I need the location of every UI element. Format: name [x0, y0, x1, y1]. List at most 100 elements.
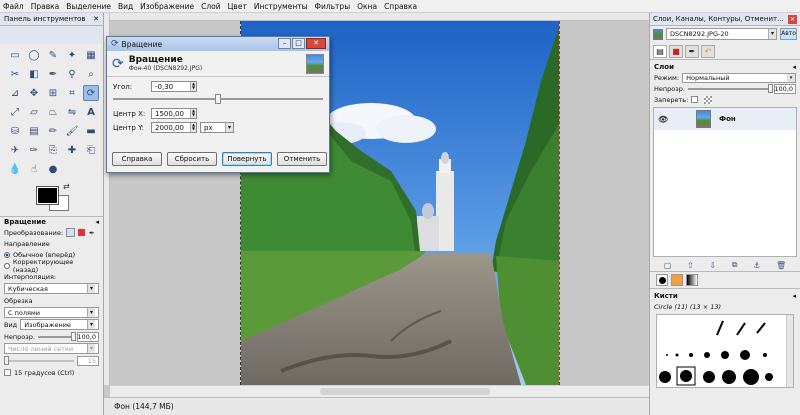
shear-icon[interactable]: ▱	[26, 104, 42, 120]
heal-icon[interactable]: ✚	[64, 142, 80, 158]
tab-layers[interactable]: ▤	[653, 45, 667, 58]
anchor-layer-icon[interactable]: ⚓	[753, 261, 760, 270]
dialog-titlebar[interactable]: ⟳ Вращение – □ ✕	[107, 37, 329, 51]
perspective-clone-icon[interactable]: ⎗	[83, 142, 99, 158]
scissors-icon[interactable]: ✂	[7, 66, 23, 82]
menu-help[interactable]: Справка	[384, 2, 417, 11]
step-15-checkbox[interactable]	[4, 369, 11, 376]
gradient-icon[interactable]: ▤	[26, 123, 42, 139]
layer-row[interactable]: 👁 Фон	[654, 108, 796, 130]
grid-count-slider[interactable]	[4, 355, 74, 365]
eye-icon[interactable]: 👁	[658, 115, 668, 124]
crop-icon[interactable]: ⌗	[64, 85, 80, 101]
center-x-input[interactable]: 1500,00 ▲ ▼	[151, 108, 197, 119]
ink-icon[interactable]: ✑	[26, 142, 42, 158]
color-picker-icon[interactable]: ⚲	[64, 66, 80, 82]
swap-colors-icon[interactable]: ⇄	[63, 182, 70, 191]
clone-icon[interactable]: ⎘	[45, 142, 61, 158]
smudge-icon[interactable]: ☝	[26, 161, 42, 177]
direction-corrective-radio[interactable]	[4, 262, 10, 269]
menu-layer[interactable]: Слой	[201, 2, 221, 11]
menu-tools[interactable]: Инструменты	[254, 2, 308, 11]
tab-undo[interactable]: ↶	[701, 45, 715, 58]
reset-button[interactable]: Сбросить	[167, 152, 217, 166]
menu-windows[interactable]: Окна	[357, 2, 377, 11]
tab-channels[interactable]: ■	[669, 45, 683, 58]
brushes-scrollbar[interactable]	[786, 315, 793, 387]
layer-opacity-input[interactable]: 100,0	[774, 83, 796, 94]
grid-count-knob[interactable]	[4, 355, 9, 365]
minimize-button[interactable]: –	[278, 38, 291, 49]
lock-pixels-checkbox[interactable]	[691, 96, 699, 103]
direction-corrective-option[interactable]: Корректирующее (назад)	[0, 258, 103, 274]
tool-options-menu-icon[interactable]: ◂	[95, 218, 99, 226]
horizontal-scrollbar[interactable]	[110, 385, 649, 397]
clipping-select[interactable]: С полями ▾	[4, 307, 99, 318]
maximize-button[interactable]: □	[292, 38, 305, 49]
menu-view[interactable]: Вид	[118, 2, 133, 11]
rotate-icon[interactable]: ⟳	[83, 85, 99, 101]
tab-paths[interactable]: ✒	[685, 45, 699, 58]
mode-select[interactable]: Нормальный ▾	[682, 72, 796, 83]
brush-black-icon[interactable]	[656, 274, 668, 286]
grid-count-input[interactable]: 15	[77, 355, 99, 366]
help-button[interactable]: Справка	[112, 152, 162, 166]
raise-layer-icon[interactable]: ⇧	[687, 261, 694, 270]
rect-select-icon[interactable]: ▭	[7, 47, 23, 63]
gradient-icon[interactable]	[686, 274, 698, 286]
spin-arrows-icon[interactable]: ▲ ▼	[190, 123, 196, 132]
view-select[interactable]: Изображение ▾	[20, 319, 99, 330]
zoom-icon[interactable]: ⌕	[83, 66, 99, 82]
panel-menu-icon[interactable]: ◂	[792, 292, 796, 300]
align-icon[interactable]: ⊞	[45, 85, 61, 101]
close-icon[interactable]: ✕	[788, 15, 797, 24]
move-icon[interactable]: ✥	[26, 85, 42, 101]
lower-layer-icon[interactable]: ⇩	[709, 261, 716, 270]
transform-selection-icon[interactable]	[78, 229, 86, 236]
perspective-icon[interactable]: ⏢	[45, 104, 61, 120]
menu-file[interactable]: Файл	[3, 2, 24, 11]
scale-icon[interactable]: ⤢	[7, 104, 23, 120]
image-select[interactable]: DSCN8292.JPG-20 ▾	[666, 28, 777, 40]
auto-button[interactable]: Авто	[780, 28, 797, 40]
interpolation-select[interactable]: Кубическая ▾	[4, 283, 99, 294]
guides-select[interactable]: Число линий сетки ▾	[4, 343, 99, 354]
foreground-select-icon[interactable]: ◧	[26, 66, 42, 82]
center-y-input[interactable]: 2000,00 ▲ ▼	[151, 122, 197, 133]
rotate-button[interactable]: Повернуть	[222, 152, 272, 166]
brushes-grid[interactable]	[656, 314, 794, 388]
delete-layer-icon[interactable]: 🗑	[776, 261, 786, 270]
step-15-row[interactable]: 15 градусов (Ctrl)	[0, 367, 103, 378]
pattern-orange-icon[interactable]	[671, 274, 683, 286]
paths-icon[interactable]: ✒	[45, 66, 61, 82]
angle-slider[interactable]	[113, 94, 323, 104]
layer-opacity-slider[interactable]	[687, 83, 773, 93]
paintbrush-icon[interactable]: 🖌	[64, 123, 80, 139]
text-icon[interactable]: A	[83, 104, 99, 120]
color-select-icon[interactable]: ▦	[83, 47, 99, 63]
free-select-icon[interactable]: ✎	[45, 47, 61, 63]
opacity-slider-knob[interactable]	[71, 331, 76, 341]
unit-select[interactable]: px ▾	[200, 122, 234, 133]
panel-menu-icon[interactable]: ◂	[792, 63, 796, 71]
menu-edit[interactable]: Правка	[31, 2, 60, 11]
close-button[interactable]: ✕	[306, 38, 326, 49]
direction-normal-radio[interactable]	[4, 251, 10, 258]
airbrush-icon[interactable]: ✈	[7, 142, 23, 158]
pencil-icon[interactable]: ✏	[45, 123, 61, 139]
eraser-icon[interactable]: ▬	[83, 123, 99, 139]
opacity-input[interactable]: 100,0	[77, 331, 99, 342]
menu-image[interactable]: Изображение	[140, 2, 194, 11]
close-icon[interactable]: ✕	[93, 15, 99, 23]
spin-arrows-icon[interactable]: ▲ ▼	[190, 82, 196, 91]
scroll-thumb[interactable]	[320, 388, 490, 395]
transform-layer-icon[interactable]	[66, 228, 76, 237]
new-layer-icon[interactable]: ▢	[664, 261, 672, 270]
lock-alpha-icon[interactable]	[704, 95, 713, 104]
cancel-button[interactable]: Отменить	[277, 152, 327, 166]
spin-arrows-icon[interactable]: ▲ ▼	[190, 109, 196, 118]
flip-icon[interactable]: ⇋	[64, 104, 80, 120]
blur-icon[interactable]: 💧	[7, 161, 23, 177]
menu-select[interactable]: Выделение	[66, 2, 111, 11]
menu-filters[interactable]: Фильтры	[315, 2, 351, 11]
